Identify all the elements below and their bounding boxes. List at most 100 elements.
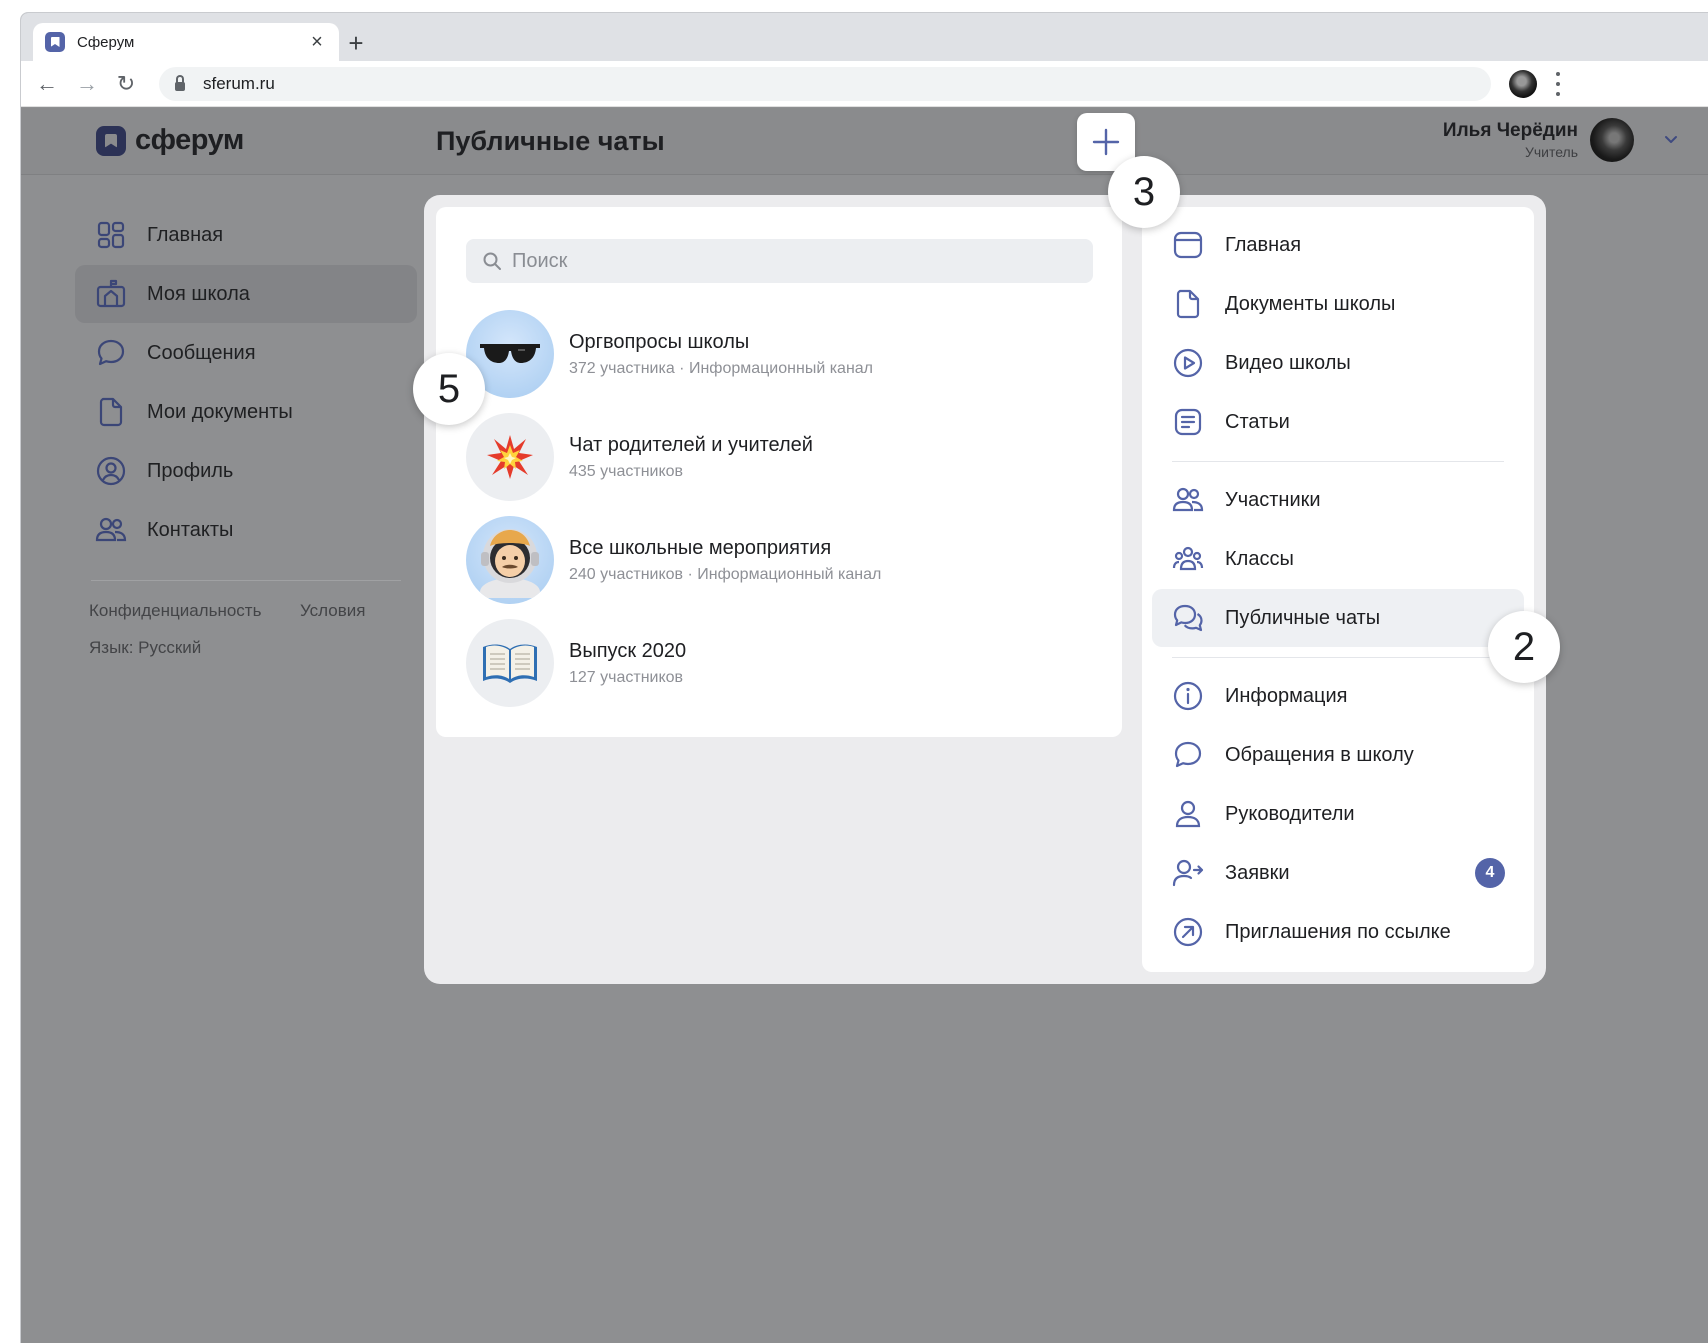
sidebar-item-contacts[interactable]: Контакты — [75, 501, 417, 559]
language-link[interactable]: Язык: Русский — [89, 638, 201, 658]
chat-item[interactable]: Выпуск 2020 127 участников — [466, 618, 1106, 708]
tab-title: Сферум — [77, 33, 135, 51]
astronaut-avatar — [466, 516, 554, 604]
forward-button[interactable]: → — [73, 70, 101, 98]
chat-item[interactable]: Все школьные мероприятия 240 участников … — [466, 515, 1106, 605]
search-input[interactable]: Поиск — [466, 239, 1093, 283]
open-book-avatar — [466, 619, 554, 707]
user-arrow-icon — [1172, 859, 1204, 887]
avatar[interactable] — [1590, 118, 1634, 162]
document-icon — [99, 397, 123, 427]
collision-avatar — [466, 413, 554, 501]
browser-tab[interactable]: Сферум × — [33, 23, 339, 61]
menu-item-information[interactable]: Информация — [1152, 667, 1524, 725]
menu-divider — [1172, 461, 1504, 462]
sidebar-item-label: Сообщения — [147, 341, 256, 364]
sidebar-item-my-documents[interactable]: Мои документы — [75, 383, 417, 441]
menu-item-label: Приглашения по ссылке — [1225, 920, 1451, 943]
menu-item-classes[interactable]: Классы — [1152, 530, 1524, 588]
close-tab-icon[interactable]: × — [307, 32, 327, 52]
menu-item-label: Заявки — [1225, 861, 1290, 884]
chat-title: Все школьные мероприятия — [569, 536, 832, 559]
school-menu: Главная Документы школы Видео школы Стат… — [1142, 207, 1534, 972]
url-text: sferum.ru — [203, 74, 275, 93]
sidebar-divider — [91, 580, 401, 581]
sidebar-item-label: Мои документы — [147, 400, 293, 423]
menu-item-label: Видео школы — [1225, 351, 1351, 374]
sidebar-item-profile[interactable]: Профиль — [75, 442, 417, 500]
browser-window-icon — [1173, 231, 1203, 259]
app-viewport: сферум Публичные чаты Илья Черёдин Учите… — [21, 108, 1708, 1343]
menu-item-label: Обращения в школу — [1225, 743, 1414, 766]
school-panel: Поиск Оргвопросы школы 372 участника · И… — [424, 195, 1546, 984]
menu-item-label: Документы школы — [1225, 292, 1396, 315]
menu-item-school-documents[interactable]: Документы школы — [1152, 275, 1524, 333]
logo-text: сферум — [135, 124, 244, 156]
chat-info: Все школьные мероприятия 240 участников … — [569, 537, 881, 584]
menu-item-label: Участники — [1225, 488, 1321, 511]
message-icon — [1174, 741, 1202, 768]
menu-item-school-videos[interactable]: Видео школы — [1152, 334, 1524, 392]
callout-badge: 2 — [1488, 611, 1560, 683]
new-tab-button[interactable]: + — [341, 29, 371, 59]
chat-subtitle: 435 участников — [569, 462, 684, 480]
favicon-icon — [45, 32, 65, 52]
chat-title: Оргвопросы школы — [569, 330, 750, 353]
menu-item-label: Главная — [1225, 233, 1302, 256]
chat-subtitle: 240 участников · Информационный канал — [569, 565, 882, 583]
menu-item-link-invitations[interactable]: Приглашения по ссылке — [1152, 903, 1524, 961]
menu-item-appeals[interactable]: Обращения в школу — [1152, 726, 1524, 784]
open-book-icon — [483, 644, 537, 683]
chat-item[interactable]: Чат родителей и учителей 435 участников — [466, 412, 1106, 502]
menu-divider — [1172, 657, 1504, 658]
browser-toolbar: ← → ↻ sferum.ru — [21, 61, 1708, 107]
play-icon — [1173, 348, 1203, 378]
sidebar-item-label: Профиль — [147, 459, 234, 482]
menu-item-public-chats[interactable]: Публичные чаты — [1152, 589, 1524, 647]
profile-icon — [96, 456, 126, 486]
info-icon — [1173, 681, 1203, 711]
search-icon — [483, 252, 501, 270]
chat-item[interactable]: Оргвопросы школы 372 участника · Информа… — [466, 309, 1106, 399]
sferum-logo[interactable]: сферум — [96, 124, 244, 157]
tab-strip: Сферум × + — [21, 13, 1708, 61]
logo-mark-icon — [96, 125, 126, 156]
chevron-down-icon[interactable] — [1664, 132, 1678, 146]
sidebar-item-label: Главная — [147, 223, 224, 246]
sidebar-item-messages[interactable]: Сообщения — [75, 324, 417, 382]
menu-item-label: Руководители — [1225, 802, 1355, 825]
chat-title: Чат родителей и учителей — [569, 433, 813, 456]
address-bar[interactable]: sferum.ru — [159, 67, 1491, 101]
chat-title: Выпуск 2020 — [569, 639, 687, 662]
classes-icon — [1172, 546, 1204, 571]
search-placeholder: Поиск — [512, 249, 568, 272]
menu-item-label: Статьи — [1225, 410, 1290, 433]
privacy-link[interactable]: Конфиденциальность — [89, 601, 261, 621]
browser-menu-icon[interactable] — [1555, 72, 1561, 96]
grid-icon — [97, 221, 125, 249]
users-icon — [1172, 487, 1204, 512]
chat-info: Выпуск 2020 127 участников — [569, 640, 686, 687]
user-name: Илья Черёдин — [1442, 120, 1578, 141]
public-chats-list: Поиск Оргвопросы школы 372 участника · И… — [436, 207, 1122, 737]
sidebar-item-home[interactable]: Главная — [75, 206, 417, 264]
callout-badge: 5 — [413, 353, 485, 425]
menu-item-managers[interactable]: Руководители — [1152, 785, 1524, 843]
browser-profile-avatar[interactable] — [1509, 70, 1537, 98]
user-menu[interactable]: Илья Черёдин Учитель — [1443, 118, 1634, 162]
menu-item-home[interactable]: Главная — [1152, 216, 1524, 274]
app-header: сферум Публичные чаты Илья Черёдин Учите… — [21, 108, 1708, 175]
menu-item-label: Информация — [1225, 684, 1348, 707]
menu-item-label: Публичные чаты — [1225, 606, 1381, 629]
sidebar-item-my-school[interactable]: Моя школа — [75, 265, 417, 323]
menu-item-articles[interactable]: Статьи — [1152, 393, 1524, 451]
sunglasses-icon — [480, 344, 540, 363]
lock-icon — [175, 75, 185, 91]
astronaut-icon — [480, 529, 540, 598]
reload-button[interactable]: ↻ — [112, 70, 140, 98]
menu-item-requests[interactable]: Заявки 4 — [1152, 844, 1524, 902]
back-button[interactable]: ← — [33, 70, 61, 98]
terms-link[interactable]: Условия — [300, 601, 365, 621]
menu-item-members[interactable]: Участники — [1152, 471, 1524, 529]
chat-subtitle: 372 участника · Информационный канал — [569, 359, 874, 377]
